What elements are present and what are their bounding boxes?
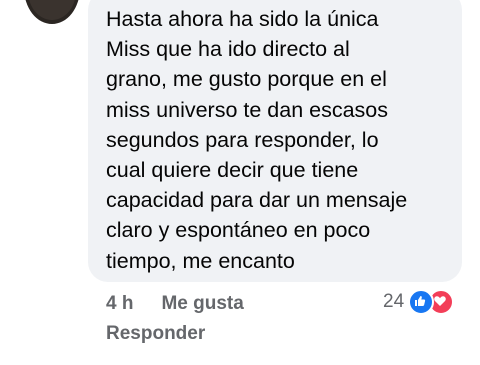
comment-timestamp[interactable]: 4 h xyxy=(106,293,133,315)
comment-bubble: Hasta ahora ha sido la única Miss que ha… xyxy=(88,0,462,282)
commenter-avatar[interactable] xyxy=(24,0,80,24)
comment-text: Hasta ahora ha sido la única Miss que ha… xyxy=(106,7,408,273)
reaction-count: 24 xyxy=(383,291,405,312)
avatar-image xyxy=(28,0,76,20)
like-button[interactable]: Me gusta xyxy=(161,293,243,315)
like-icon xyxy=(408,289,435,315)
reply-button[interactable]: Responder xyxy=(106,323,205,345)
reaction-summary[interactable]: 24 xyxy=(383,288,455,316)
comment-actions: 4 h Me gusta xyxy=(106,291,244,317)
